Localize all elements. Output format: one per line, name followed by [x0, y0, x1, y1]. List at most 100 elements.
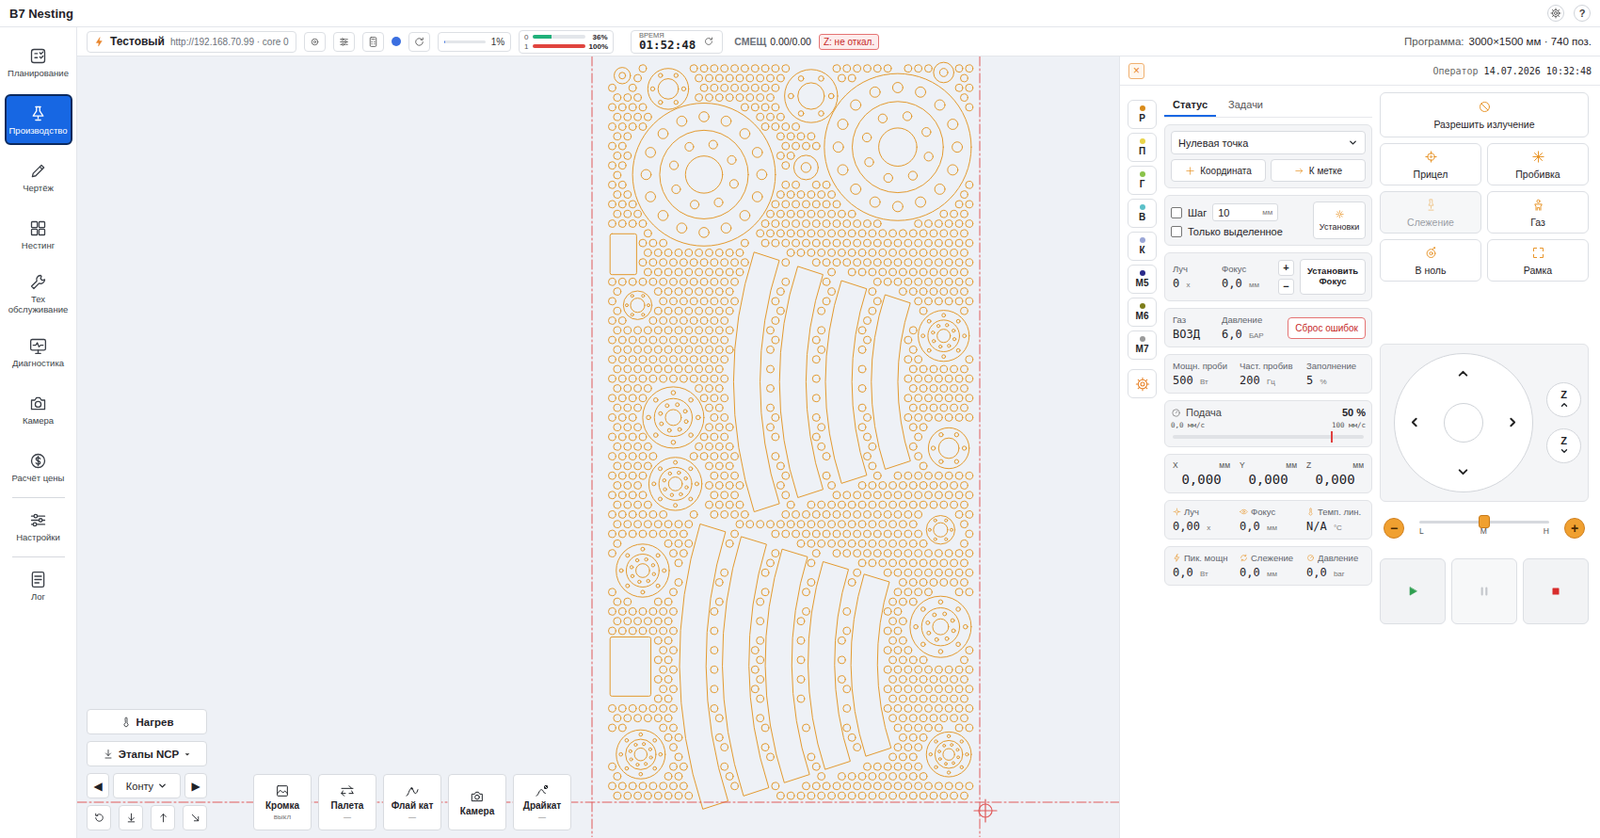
tab[interactable]: Статус — [1164, 94, 1216, 117]
sensor-card: Луч 0,00 хФокус 0,0 ммТемп. лин. N/A °C — [1164, 499, 1373, 540]
step-input[interactable]: 10 мм — [1212, 203, 1279, 222]
reset-errors-button[interactable]: Сброс ошибок — [1287, 317, 1366, 339]
ncp-stages-dropdown[interactable]: Этапы NCP — [86, 740, 208, 767]
action-button[interactable]: Рамка — [1487, 239, 1589, 282]
start-button[interactable] — [1379, 558, 1446, 624]
prev-button[interactable]: ◀ — [86, 772, 110, 799]
sidebar-item[interactable]: Производство — [4, 94, 73, 145]
rotate-button[interactable] — [86, 804, 112, 831]
next-button[interactable]: ▶ — [184, 772, 208, 799]
chevron-down-icon[interactable] — [1456, 465, 1470, 479]
nesting-drawing[interactable] — [77, 56, 1120, 837]
action-button[interactable]: Прицел — [1379, 143, 1482, 186]
washer-part — [914, 511, 923, 519]
washer-part — [848, 539, 856, 547]
target-button[interactable] — [304, 32, 326, 52]
contour-select[interactable]: Конту — [112, 772, 181, 799]
action-button[interactable]: В ноль — [1379, 239, 1482, 282]
refresh-button[interactable] — [408, 32, 431, 52]
zero-point-select[interactable]: Нулевая точка — [1170, 130, 1366, 155]
washer-part — [705, 94, 714, 102]
layer-button[interactable]: М7 — [1127, 330, 1157, 360]
action-button[interactable]: Слежение — [1379, 191, 1482, 234]
sidebar-item[interactable]: Нестинг — [4, 208, 73, 260]
washer-part — [797, 249, 805, 257]
sidebar-item[interactable]: Чертёж — [4, 151, 73, 203]
coord-button-label: Координата — [1200, 165, 1252, 176]
layer-button[interactable]: М6 — [1127, 297, 1157, 327]
chevron-up-icon[interactable] — [1456, 367, 1470, 380]
move-down-button[interactable] — [118, 804, 144, 831]
set-focus-button[interactable]: Установить Фокус — [1299, 258, 1366, 295]
field-label: Луч — [1172, 506, 1232, 517]
feed-slider[interactable] — [1172, 434, 1364, 439]
layer-settings-button[interactable] — [1127, 368, 1157, 399]
speed-thumb[interactable] — [1478, 514, 1490, 528]
speed-plus-button[interactable]: + — [1564, 517, 1585, 539]
sidebar-item[interactable]: Лог — [4, 560, 73, 612]
washer-part — [643, 229, 652, 238]
action-button[interactable]: Разрешить излучение — [1379, 92, 1589, 138]
pause-button[interactable] — [1451, 558, 1518, 624]
tab[interactable]: Задачи — [1219, 94, 1272, 117]
move-diagonal-button[interactable] — [182, 804, 208, 831]
layer-button[interactable]: П — [1127, 132, 1157, 162]
chevron-left-icon[interactable] — [1408, 416, 1421, 429]
round-part — [933, 518, 937, 522]
sidebar-item[interactable]: Настройки — [4, 501, 73, 553]
tune-button[interactable] — [333, 32, 355, 52]
washer-part — [674, 288, 683, 296]
washer-part — [715, 578, 723, 587]
washer-part — [659, 704, 668, 713]
layer-button[interactable]: К — [1127, 231, 1157, 261]
mode-tile[interactable]: Палета — — [318, 773, 377, 831]
sidebar-item[interactable]: Диагностика — [4, 327, 73, 379]
calculator-button[interactable] — [362, 32, 384, 52]
feed-slider-marker[interactable] — [1330, 431, 1333, 443]
layer-button[interactable]: М5 — [1127, 264, 1157, 294]
action-button[interactable]: Газ — [1487, 191, 1589, 234]
round-part — [624, 304, 628, 307]
speed-minus-button[interactable]: − — [1383, 517, 1405, 539]
focus-plus-button[interactable]: + — [1278, 259, 1295, 276]
sidebar-item[interactable]: Тех обслуживание — [4, 266, 73, 321]
chevron-right-icon[interactable] — [1506, 416, 1520, 429]
machine-selector[interactable]: Тестовый http://192.168.70.99 · core 0 — [86, 31, 297, 53]
z-up-button[interactable]: Z — [1546, 382, 1582, 417]
refresh-icon[interactable] — [703, 35, 715, 48]
stop-button[interactable] — [1522, 558, 1589, 624]
mode-tile[interactable]: Флай кат — — [383, 773, 442, 831]
z-down-button[interactable]: Z — [1546, 428, 1582, 464]
mode-tile[interactable]: Кромка выкл — [253, 773, 312, 831]
action-button[interactable]: Пробивка — [1487, 143, 1589, 186]
layer-button[interactable]: Г — [1127, 165, 1157, 195]
step-checkbox[interactable] — [1170, 207, 1183, 219]
coord-button[interactable]: Координата — [1170, 159, 1266, 182]
sidebar-item[interactable]: Камера — [4, 384, 73, 436]
close-button[interactable]: × — [1128, 63, 1145, 80]
washer-part — [894, 743, 902, 752]
layer-button[interactable]: Р — [1127, 99, 1157, 129]
jog-center-button[interactable] — [1443, 402, 1484, 443]
washer-part — [894, 704, 902, 713]
field-label: Давление — [1306, 552, 1366, 563]
move-up-button[interactable] — [150, 804, 176, 831]
coord-button[interactable]: К метке — [1270, 159, 1366, 182]
sidebar-item[interactable]: Планирование — [4, 36, 73, 88]
sidebar-item[interactable]: Расчёт цены — [4, 442, 73, 494]
heat-button[interactable]: Нагрев — [86, 708, 208, 735]
settings-button[interactable] — [1547, 4, 1565, 22]
speed-slider[interactable] — [1419, 520, 1550, 524]
focus-minus-button[interactable]: − — [1278, 278, 1295, 295]
mode-tile[interactable]: Драйкат — — [512, 773, 572, 831]
layer-button[interactable]: В — [1127, 198, 1157, 228]
mode-tile[interactable]: Камера — [448, 773, 507, 831]
sheet-canvas[interactable]: Нагрев Этапы NCP ◀ Конту ▶ Кромка выкл П… — [77, 56, 1120, 838]
setup-button[interactable]: Установки — [1312, 201, 1366, 240]
only-selected-checkbox[interactable] — [1170, 225, 1183, 238]
tile-label: Флай кат — [391, 800, 434, 811]
jog-ring[interactable] — [1393, 352, 1534, 493]
help-button[interactable]: ? — [1573, 4, 1591, 22]
washer-part — [720, 432, 729, 441]
washer-part — [812, 394, 820, 402]
